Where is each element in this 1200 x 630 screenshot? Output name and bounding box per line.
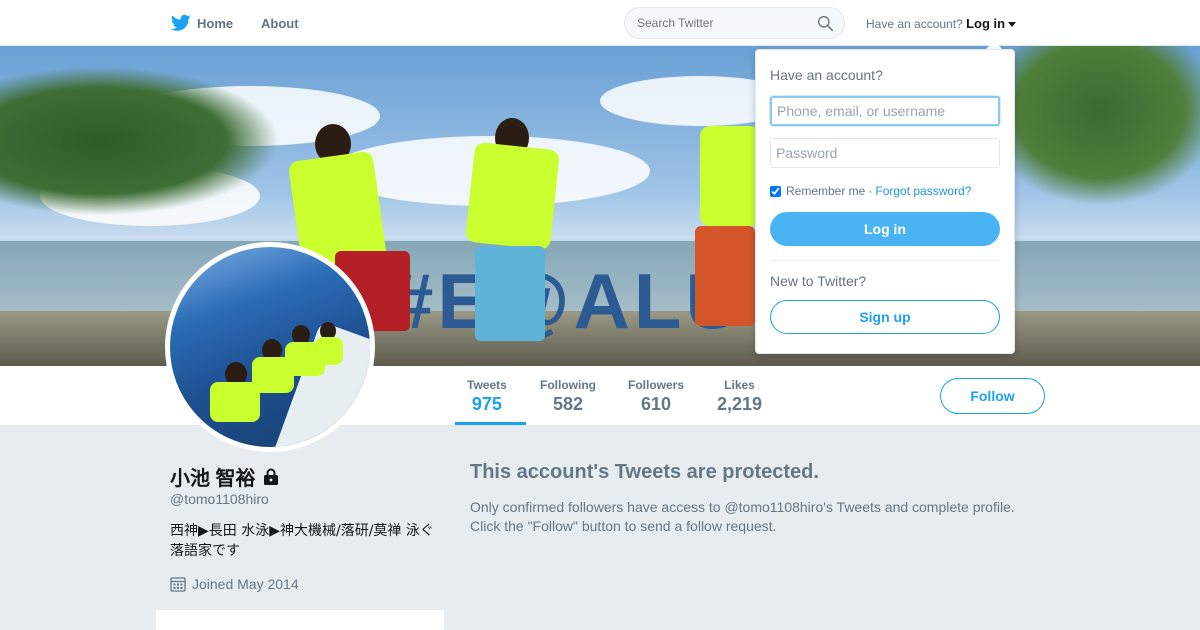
banner-sign-letters: #E@ALU — [390, 257, 746, 345]
profile-handle[interactable]: @tomo1108hiro — [170, 491, 269, 507]
login-button[interactable]: Log in — [770, 212, 1000, 246]
banner-tree — [0, 66, 280, 216]
stat-likes[interactable]: Likes 2,219 — [717, 378, 762, 415]
photo-rail-card — [156, 610, 444, 630]
dropdown-divider — [770, 260, 1000, 261]
remember-me-label[interactable]: Remember me — [786, 184, 865, 198]
caret-down-icon[interactable] — [1008, 22, 1017, 28]
calendar-icon — [170, 577, 186, 592]
stat-label: Following — [540, 378, 596, 392]
stat-value: 975 — [471, 394, 502, 414]
profile-bio: 西神▶長田 水泳▶神大機械/落研/莫禅 泳ぐ落語家です — [170, 523, 434, 559]
stat-value: 610 — [640, 394, 672, 414]
follow-button[interactable]: Follow — [940, 378, 1045, 414]
active-tab-underline — [455, 422, 526, 425]
forgot-password-link[interactable]: Forgot password? — [875, 184, 971, 198]
signup-button[interactable]: Sign up — [770, 300, 1000, 334]
profile-joined: Joined May 2014 — [170, 576, 299, 592]
lock-icon — [263, 468, 278, 485]
username-input[interactable] — [770, 96, 1000, 126]
profile-avatar[interactable] — [165, 242, 375, 452]
top-navigation: Home About Have an account? Log in — [0, 0, 1200, 46]
profile-name[interactable]: 小池 智裕 — [170, 462, 280, 491]
banner-person-shorts — [695, 226, 755, 326]
separator-dot: · — [868, 184, 873, 198]
stat-tweets[interactable]: Tweets 975 — [467, 378, 507, 415]
stat-label: Likes — [724, 378, 755, 392]
remember-row: Remember me · Forgot password? — [770, 184, 971, 198]
nav-about-label: About — [261, 15, 299, 31]
dropdown-arrow — [986, 41, 1002, 49]
remember-me-checkbox[interactable] — [770, 185, 781, 197]
nav-home-label: Home — [197, 15, 234, 31]
protected-body: Only confirmed followers have access to … — [470, 499, 1015, 534]
stat-value: 582 — [552, 394, 584, 414]
avatar-person — [315, 337, 343, 365]
login-menu[interactable]: Have an account? Log in — [866, 16, 1017, 31]
banner-person-shorts — [475, 246, 545, 341]
banner-person — [465, 141, 560, 251]
have-account-label: Have an account? — [866, 17, 963, 31]
nav-home[interactable]: Home — [171, 0, 233, 46]
stat-followers[interactable]: Followers 610 — [628, 378, 684, 415]
new-to-twitter-label: New to Twitter? — [770, 273, 867, 289]
search-input[interactable] — [637, 16, 807, 30]
joined-text: Joined May 2014 — [192, 576, 299, 592]
dropdown-heading: Have an account? — [770, 67, 883, 83]
login-dropdown: Have an account? Remember me · Forgot pa… — [755, 49, 1015, 354]
search-box — [624, 7, 845, 39]
stat-label: Tweets — [467, 378, 507, 392]
profile-name-text: 小池 智裕 — [170, 468, 256, 490]
stat-value: 2,219 — [717, 394, 763, 414]
banner-person — [700, 126, 760, 226]
stat-label: Followers — [628, 378, 685, 392]
twitter-bird-icon — [171, 14, 191, 31]
nav-about[interactable]: About — [261, 0, 299, 46]
stat-following[interactable]: Following 582 — [540, 378, 596, 415]
password-input[interactable] — [770, 138, 1000, 168]
protected-title: This account's Tweets are protected. — [470, 461, 819, 483]
login-link[interactable]: Log in — [966, 16, 1005, 31]
search-icon[interactable] — [817, 15, 834, 32]
